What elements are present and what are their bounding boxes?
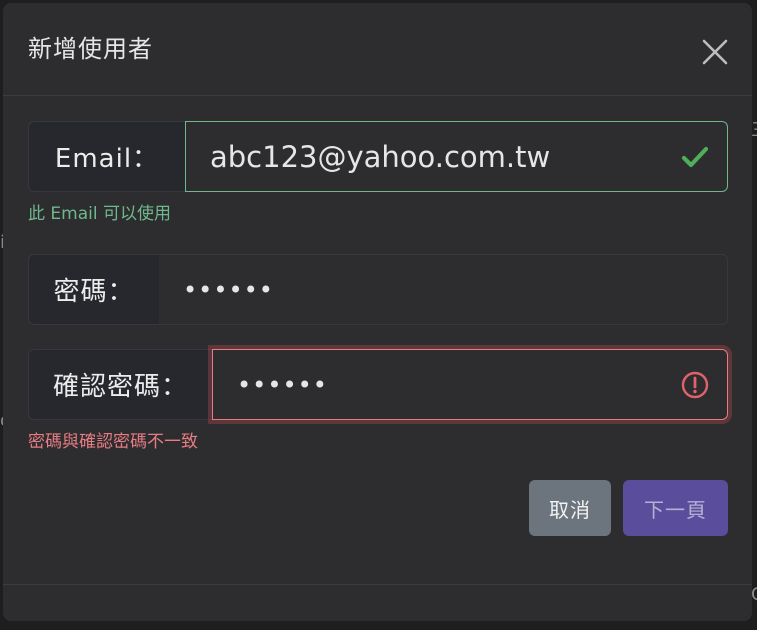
cancel-button[interactable]: 取消 <box>529 480 611 536</box>
password-input[interactable] <box>159 255 727 324</box>
email-label: Email： <box>28 121 185 192</box>
confirm-password-input[interactable] <box>213 350 727 419</box>
email-input-group: Email： <box>28 121 728 192</box>
modal-header: 新增使用者 <box>3 3 752 96</box>
modal-footer <box>3 584 752 622</box>
next-page-button[interactable]: 下一頁 <box>623 480 728 536</box>
email-input[interactable] <box>186 122 727 191</box>
confirm-password-input-group: 確認密碼： <box>28 349 728 420</box>
exclamation-circle-icon <box>681 371 709 398</box>
confirm-password-input-wrapper <box>212 349 728 420</box>
password-input-group: 密碼： <box>28 254 728 325</box>
close-icon <box>702 39 728 65</box>
email-input-wrapper <box>185 121 728 192</box>
modal-title: 新增使用者 <box>28 35 153 63</box>
email-valid-feedback: 此 Email 可以使用 <box>28 204 171 224</box>
close-button[interactable] <box>698 35 732 69</box>
confirm-password-invalid-feedback: 密碼與確認密碼不一致 <box>28 432 198 452</box>
add-user-modal: 新增使用者 Email： 此 Email 可以使用 密碼： 確認密碼： <box>3 3 752 621</box>
confirm-password-label: 確認密碼： <box>28 349 212 420</box>
check-icon <box>681 146 709 167</box>
password-label: 密碼： <box>28 254 159 325</box>
password-input-wrapper <box>159 254 728 325</box>
